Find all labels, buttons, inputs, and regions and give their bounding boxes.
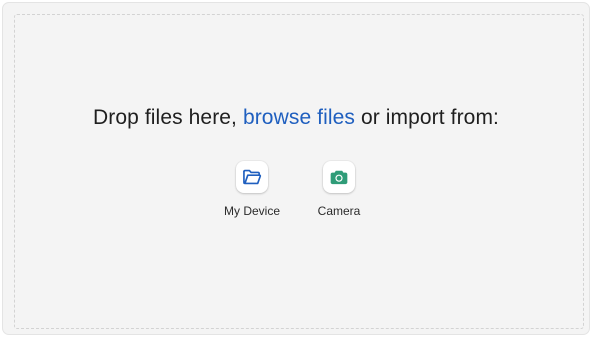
camera-icon-tile[interactable] bbox=[323, 161, 355, 193]
my-device-icon-tile[interactable] bbox=[236, 161, 268, 193]
camera-button[interactable]: Camera bbox=[294, 161, 384, 218]
drop-prompt-text: Drop files here, bbox=[93, 106, 243, 129]
drop-prompt-suffix: or import from: bbox=[355, 106, 499, 129]
camera-icon bbox=[330, 170, 348, 185]
browse-files-link[interactable]: browse files bbox=[243, 106, 355, 129]
folder-open-icon bbox=[243, 169, 262, 185]
drop-prompt: Drop files here, browse files or import … bbox=[0, 106, 592, 130]
my-device-button[interactable]: My Device bbox=[207, 161, 297, 218]
my-device-label: My Device bbox=[223, 204, 280, 218]
camera-label: Camera bbox=[317, 204, 361, 218]
